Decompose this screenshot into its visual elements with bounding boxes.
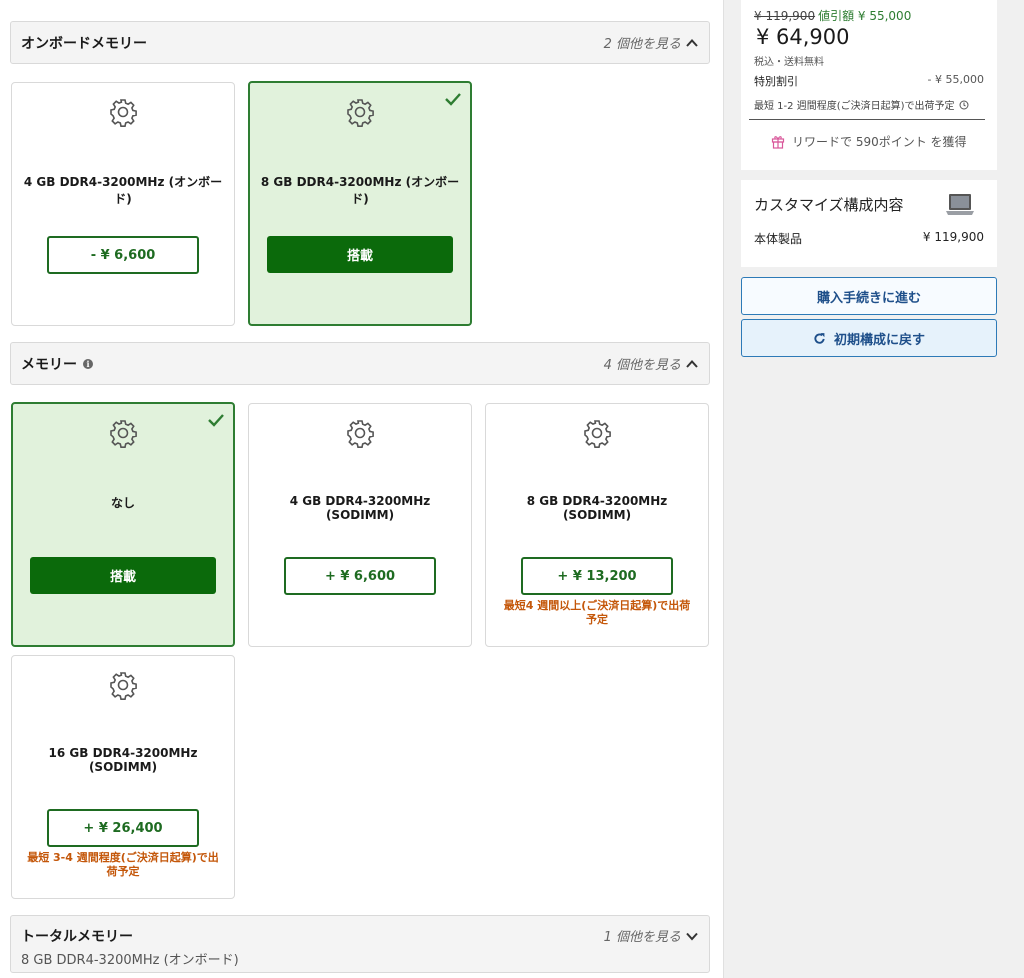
option-card-memory-4gb[interactable]: 4 GB DDR4-3200MHz (SODIMM) + ¥ 6,600 — [248, 403, 472, 647]
option-name: なし — [110, 496, 135, 510]
body-product-row: 本体製品 ¥ 119,900 — [754, 230, 984, 246]
gear-icon — [110, 420, 137, 448]
info-icon[interactable]: i — [83, 358, 93, 369]
option-price-button[interactable]: + ¥ 13,200 — [521, 557, 673, 595]
chevron-up-icon — [686, 38, 698, 47]
old-price-line: ¥ 119,900 値引額 ¥ 55,000 — [754, 7, 911, 24]
equip-button[interactable]: 搭載 — [30, 557, 216, 594]
option-price-button[interactable]: + ¥ 6,600 — [284, 557, 436, 595]
option-name: 8 GB DDR4-3200MHz (オンボード) — [260, 175, 460, 206]
divider — [749, 119, 985, 120]
option-name: 8 GB DDR4-3200MHz (SODIMM) — [526, 494, 668, 522]
special-discount-row: 特別割引 - ¥ 55,000 — [754, 73, 984, 88]
chevron-up-icon — [686, 359, 698, 368]
memory-more-toggle[interactable]: 4 個他を見る — [604, 354, 699, 373]
chevron-down-icon — [686, 932, 698, 940]
total-memory-value: 8 GB DDR4-3200MHz (オンボード) — [21, 953, 239, 968]
onboard-memory-more-toggle[interactable]: 2 個他を見る — [604, 33, 699, 52]
tax-note: 税込・送料無料 — [754, 57, 824, 68]
option-card-memory-none[interactable]: なし 搭載 — [11, 402, 235, 647]
option-name: 4 GB DDR4-3200MHz (オンボード) — [23, 175, 223, 206]
option-price-button[interactable]: - ¥ 6,600 — [47, 236, 199, 274]
total-memory-title: トータルメモリー — [21, 929, 133, 945]
total-memory-info: トータルメモリー 8 GB DDR4-3200MHz (オンボード) — [21, 926, 239, 968]
equip-button[interactable]: 搭載 — [267, 236, 453, 273]
option-name: 4 GB DDR4-3200MHz (SODIMM) — [289, 494, 431, 522]
check-icon — [208, 414, 224, 427]
option-card-onboard-4gb[interactable]: 4 GB DDR4-3200MHz (オンボード) - ¥ 6,600 — [11, 82, 235, 326]
current-price: ¥ 64,900 — [756, 25, 850, 49]
shipping-note: 最短4 週間以上(ご決済日起算)で出荷予定 — [503, 599, 691, 626]
gear-icon — [110, 672, 137, 700]
option-card-onboard-8gb[interactable]: 8 GB DDR4-3200MHz (オンボード) 搭載 — [248, 81, 472, 326]
memory-title: メモリー i — [21, 354, 93, 374]
price-summary: ¥ 119,900 値引額 ¥ 55,000 ¥ 64,900 税込・送料無料 特… — [741, 0, 997, 170]
gear-icon — [347, 420, 374, 448]
onboard-memory-title: オンボードメモリー — [21, 35, 147, 52]
proceed-checkout-button[interactable]: 購入手続きに進む — [741, 277, 997, 315]
clock-icon[interactable] — [959, 100, 969, 110]
reward-points: リワードで 590ポイント を獲得 — [771, 133, 967, 150]
onboard-memory-header[interactable]: オンボードメモリー 2 個他を見る — [10, 21, 710, 64]
shipping-note: 最短 3-4 週間程度(ご決済日起算)で出荷予定 — [27, 851, 219, 878]
option-name: 16 GB DDR4-3200MHz (SODIMM) — [48, 746, 198, 774]
total-memory-header[interactable]: トータルメモリー 8 GB DDR4-3200MHz (オンボード) 1 個他を… — [10, 915, 710, 973]
original-price: ¥ 119,900 — [754, 9, 816, 23]
gift-icon — [771, 136, 785, 149]
laptop-icon — [946, 194, 974, 215]
option-price-button[interactable]: + ¥ 26,400 — [47, 809, 199, 847]
total-memory-more-toggle[interactable]: 1 個他を見る — [604, 926, 699, 945]
option-card-memory-8gb[interactable]: 8 GB DDR4-3200MHz (SODIMM) + ¥ 13,200 最短… — [485, 403, 709, 647]
discount-amount: 値引額 ¥ 55,000 — [818, 9, 912, 23]
gear-icon — [110, 99, 137, 127]
customize-title: カスタマイズ構成内容 — [754, 196, 904, 214]
shipping-estimate: 最短 1-2 週間程度(ご決済日起算)で出荷予定 — [754, 97, 969, 112]
customize-summary: カスタマイズ構成内容 本体製品 ¥ 119,900 — [741, 180, 997, 267]
gear-icon — [347, 99, 374, 127]
option-card-memory-16gb[interactable]: 16 GB DDR4-3200MHz (SODIMM) + ¥ 26,400 最… — [11, 655, 235, 899]
summary-sidebar: ¥ 119,900 値引額 ¥ 55,000 ¥ 64,900 税込・送料無料 特… — [723, 0, 1024, 978]
reset-icon — [814, 332, 825, 344]
check-icon — [445, 93, 461, 106]
memory-header[interactable]: メモリー i 4 個他を見る — [10, 342, 710, 385]
reset-config-button[interactable]: 初期構成に戻す — [741, 319, 997, 357]
gear-icon — [584, 420, 611, 448]
